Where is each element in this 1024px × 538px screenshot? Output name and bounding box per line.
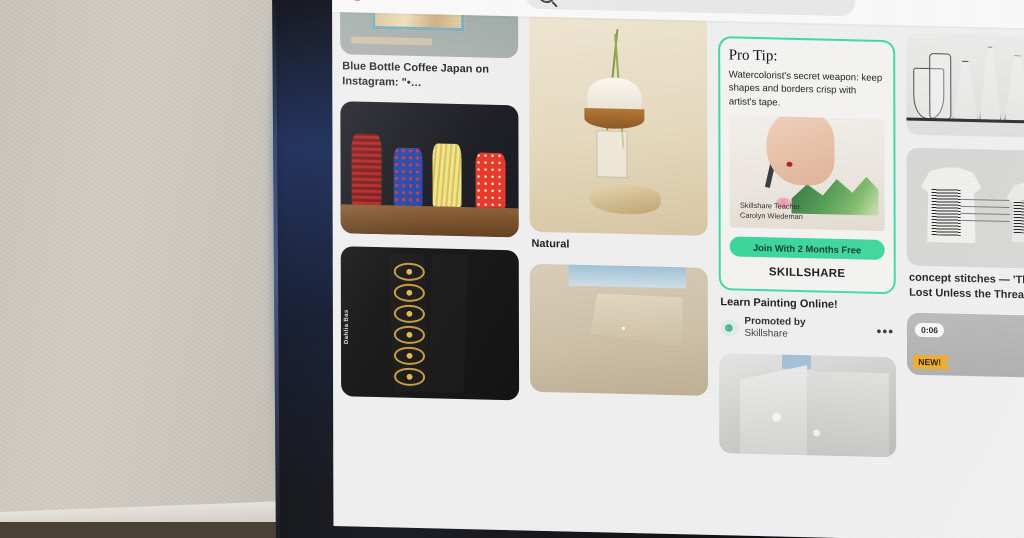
pin-card[interactable]: Natural (528, 9, 708, 255)
advertiser-name: Skillshare (744, 328, 788, 341)
pin-image-natural[interactable] (528, 9, 708, 236)
promo-image-watercolor: Skillshare Teacher Carolyn Wiedeman (728, 115, 885, 232)
vase-blue-dotted (393, 147, 423, 207)
pinterest-logo-icon[interactable]: P (346, 0, 369, 1)
eye-motif (394, 367, 426, 386)
eye-motif (394, 304, 425, 323)
concrete-wall-left (740, 363, 808, 455)
skillshare-promo-card[interactable]: Pro Tip: Watercolorist's secret weapon: … (717, 35, 897, 295)
vase-table-surface (340, 204, 519, 238)
promoted-by-text: Promoted by Skillshare (744, 316, 805, 342)
pin-caption: Natural (531, 237, 570, 251)
pin-image-pants[interactable]: Dahlia Bas (340, 246, 519, 401)
vase-red-dotted (475, 151, 506, 209)
feed-column-4: C Promoted by Casper ••• (906, 0, 1024, 538)
promo-credit-line-2: Carolyn Wiedeman (740, 210, 803, 221)
promo-credit: Skillshare Teacher Carolyn Wiedeman (740, 201, 803, 222)
eye-motif (394, 283, 425, 302)
food-bowl (584, 108, 645, 130)
concrete-wall-right (807, 371, 890, 457)
search-icon (538, 0, 556, 3)
vase-red-striped (351, 133, 382, 206)
new-badge: NEW! (913, 355, 950, 370)
promoted-by-row: ◍ Promoted by Skillshare ••• (718, 315, 896, 344)
pin-image-lab-flasks[interactable] (906, 32, 1024, 139)
pinterest-app: P Analytics Ads Search (332, 0, 1024, 538)
feed-column-3: IRD - Brand design Pro Tip: Watercoloris… (717, 0, 897, 538)
pin-caption: concept stitches — 'The Stitch is Lost U… (909, 271, 1024, 302)
ceiling-panel (590, 293, 683, 346)
pin-image-vases[interactable] (340, 101, 519, 238)
vase-yellow (432, 143, 462, 208)
promo-body: Watercolorist's secret weapon: keep shap… (728, 68, 883, 109)
wall-lamp (812, 429, 820, 437)
search-input[interactable]: Search (525, 0, 856, 17)
pin-caption: Blue Bottle Coffee Japan on Instagram: "… (342, 60, 489, 89)
feed-column-2: Autumn '18 - Mood Board Natural (528, 0, 708, 535)
pin-feed[interactable]: Blue Bottle Coffee Japan on Instagram: "… (332, 0, 1024, 538)
flask (979, 47, 1001, 121)
pin-card[interactable] (906, 32, 1024, 139)
pin-card[interactable]: 0:06 NEW! (907, 312, 1024, 379)
flask (929, 53, 952, 120)
promo-title: Pro Tip: (728, 46, 778, 65)
monitor-screen: P Analytics Ads Search (332, 0, 1024, 538)
skillshare-wordmark: SKILLSHARE (768, 266, 846, 281)
pin-card[interactable] (340, 101, 519, 238)
stitched-text-block (931, 188, 961, 237)
eye-motif (394, 325, 425, 344)
video-duration-badge: 0:06 (915, 322, 944, 338)
glass-vessel (596, 130, 628, 178)
promo-cta-button[interactable]: Join With 2 Months Free (729, 236, 885, 261)
search-placeholder: Search (564, 0, 604, 2)
hand (766, 115, 835, 186)
pin-card[interactable] (718, 352, 897, 458)
eye-motif (394, 346, 426, 365)
pin-image-watermark: Dahlia Bas (343, 309, 350, 345)
advertiser-avatar[interactable]: ◍ (720, 319, 738, 337)
promoted-pin-card[interactable]: Pro Tip: Watercolorist's secret weapon: … (717, 35, 897, 345)
flask (1004, 55, 1024, 121)
pin-image-interior[interactable] (529, 263, 708, 396)
wall-lamp (771, 412, 781, 422)
stitched-text-block (1013, 199, 1024, 234)
skylight (568, 264, 686, 288)
pin-card[interactable]: Dahlia Bas (340, 246, 519, 401)
pin-card[interactable] (529, 263, 708, 396)
feed-column-1: Blue Bottle Coffee Japan on Instagram: "… (339, 0, 519, 530)
pin-card[interactable]: concept stitches — 'The Stitch is Lost U… (906, 147, 1024, 304)
pin-image-concrete-architecture[interactable] (718, 352, 897, 458)
photo-of-monitor-scene: P Analytics Ads Search (0, 0, 1024, 538)
flask (953, 60, 978, 120)
pants-right-leg (427, 254, 468, 394)
overflow-menu-icon[interactable]: ••• (876, 323, 894, 339)
pin-image-concept-stitches[interactable] (906, 147, 1024, 270)
stone-base (589, 183, 661, 215)
eye-motif (394, 262, 425, 281)
pin-caption: Learn Painting Online! (720, 296, 838, 312)
pin-image-video[interactable]: 0:06 NEW! (907, 312, 1024, 379)
